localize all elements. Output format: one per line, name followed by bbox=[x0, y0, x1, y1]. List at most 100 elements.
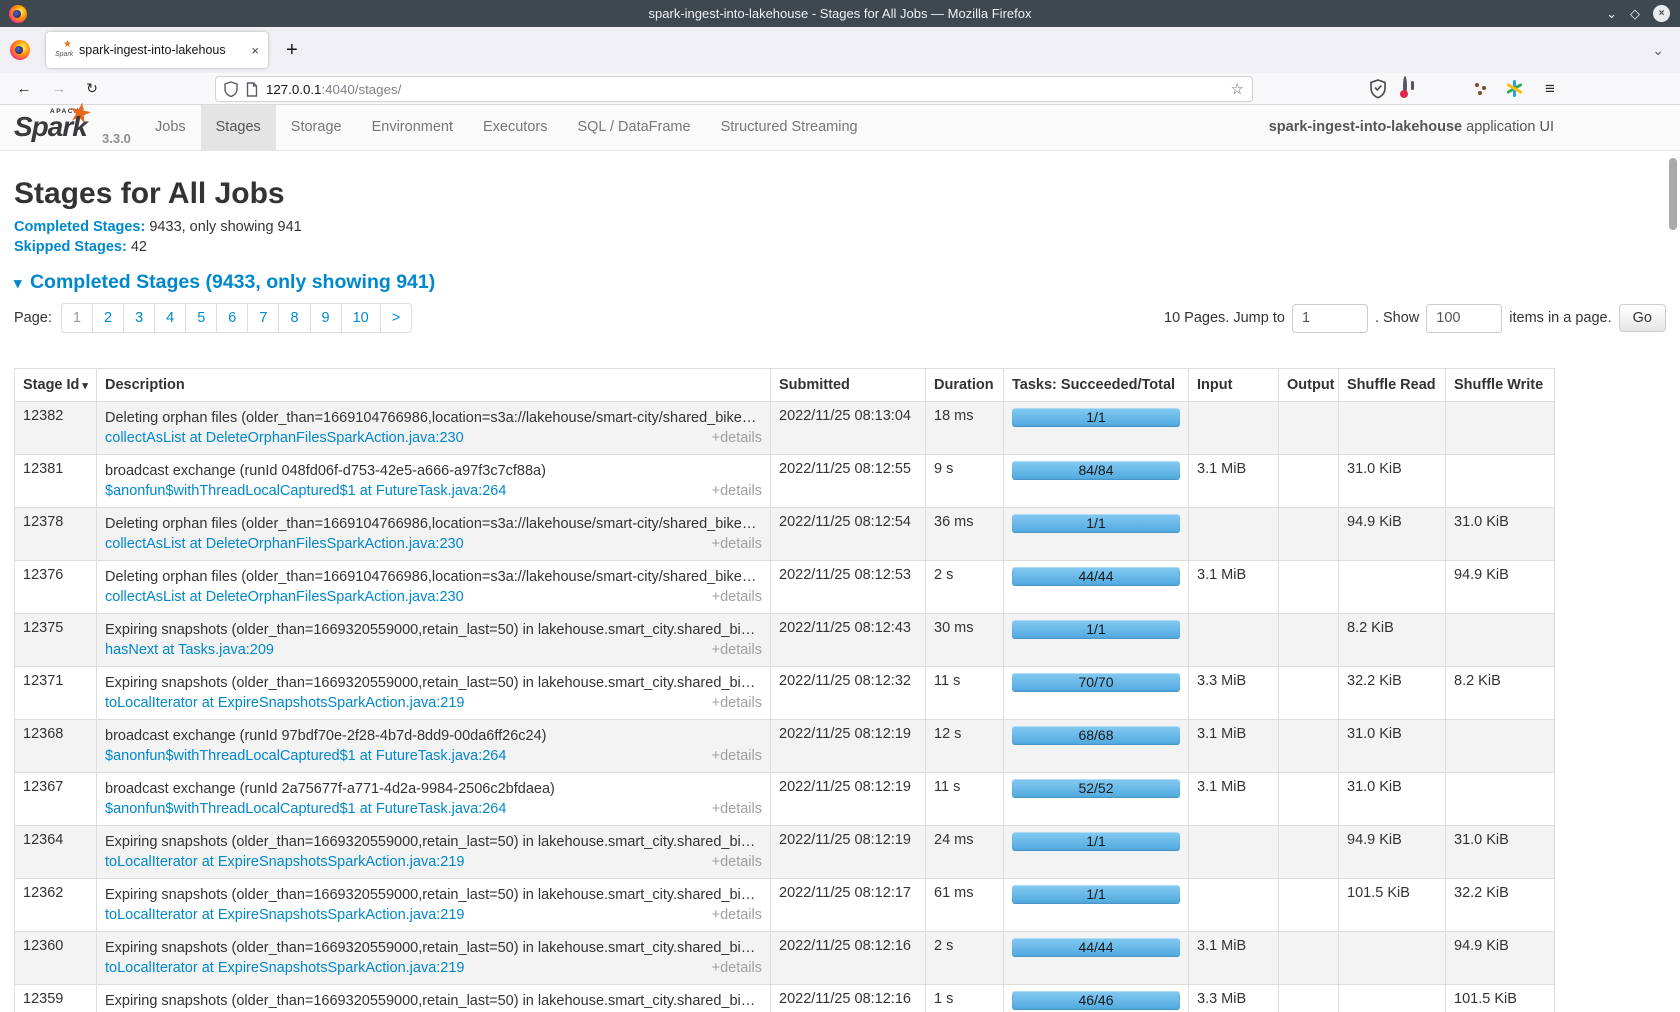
input-cell: 3.1 MiB bbox=[1189, 932, 1279, 985]
page-7-button[interactable]: 7 bbox=[247, 303, 279, 333]
cookie-extension-icon[interactable] bbox=[1470, 78, 1492, 100]
stage-link[interactable]: $anonfun$withThreadLocalCaptured$1 at Fu… bbox=[105, 799, 506, 819]
scrollbar-thumb[interactable] bbox=[1669, 158, 1677, 230]
details-toggle[interactable]: +details bbox=[712, 852, 762, 872]
stage-id-cell: 12378 bbox=[15, 508, 97, 561]
window-maximize-icon[interactable]: ◇ bbox=[1630, 0, 1640, 27]
table-row: 12378 Deleting orphan files (older_than=… bbox=[15, 508, 1555, 561]
input-cell: 3.1 MiB bbox=[1189, 773, 1279, 826]
stage-description: Expiring snapshots (older_than=166932055… bbox=[105, 832, 762, 852]
output-cell bbox=[1279, 826, 1339, 879]
stage-link[interactable]: hasNext at Tasks.java:209 bbox=[105, 640, 274, 660]
description-cell: broadcast exchange (runId 048fd06f-d753-… bbox=[97, 455, 771, 508]
shuffle-write-cell bbox=[1446, 402, 1555, 455]
completed-stages-link[interactable]: Completed Stages: bbox=[14, 219, 145, 235]
stage-link[interactable]: toLocalIterator at ExpireSnapshotsSparkA… bbox=[105, 958, 465, 978]
back-button[interactable]: ← bbox=[12, 73, 36, 104]
browser-window: spark-ingest-into-lakehouse - Stages for… bbox=[0, 0, 1680, 1012]
submitted-cell: 2022/11/25 08:12:17 bbox=[771, 879, 926, 932]
col-input[interactable]: Input bbox=[1189, 369, 1279, 402]
url-text[interactable]: 127.0.0.1:4040/stages/ bbox=[266, 82, 1231, 97]
page-4-button[interactable]: 4 bbox=[154, 303, 186, 333]
col-tasks[interactable]: Tasks: Succeeded/Total bbox=[1004, 369, 1189, 402]
stage-link[interactable]: collectAsList at DeleteOrphanFilesSparkA… bbox=[105, 534, 464, 554]
details-toggle[interactable]: +details bbox=[712, 640, 762, 660]
stage-link[interactable]: $anonfun$withThreadLocalCaptured$1 at Fu… bbox=[105, 481, 506, 501]
container-asterisk-icon[interactable] bbox=[1504, 78, 1526, 100]
duration-cell: 11 s bbox=[926, 667, 1004, 720]
url-host: 127.0.0.1 bbox=[266, 82, 321, 97]
nav-item-structured-streaming[interactable]: Structured Streaming bbox=[706, 105, 873, 150]
details-toggle[interactable]: +details bbox=[712, 958, 762, 978]
details-toggle[interactable]: +details bbox=[712, 481, 762, 501]
url-bar[interactable]: 127.0.0.1:4040/stages/ ☆ bbox=[215, 76, 1253, 102]
nav-item-environment[interactable]: Environment bbox=[357, 105, 468, 150]
details-toggle[interactable]: +details bbox=[712, 746, 762, 766]
nav-item-sql-dataframe[interactable]: SQL / DataFrame bbox=[562, 105, 705, 150]
details-toggle[interactable]: +details bbox=[712, 587, 762, 607]
completed-stages-section-header[interactable]: ▾ Completed Stages (9433, only showing 9… bbox=[14, 271, 1666, 294]
stage-description: Expiring snapshots (older_than=166932055… bbox=[105, 991, 762, 1011]
shuffle-write-cell bbox=[1446, 720, 1555, 773]
page-scrollbar[interactable] bbox=[1667, 153, 1680, 1012]
stage-description: broadcast exchange (runId 2a75677f-a771-… bbox=[105, 779, 762, 799]
nav-item-storage[interactable]: Storage bbox=[276, 105, 357, 150]
col-shuffle-write[interactable]: Shuffle Write bbox=[1446, 369, 1555, 402]
details-toggle[interactable]: +details bbox=[712, 799, 762, 819]
col-submitted[interactable]: Submitted bbox=[771, 369, 926, 402]
output-cell bbox=[1279, 720, 1339, 773]
page-6-button[interactable]: 6 bbox=[216, 303, 248, 333]
go-button[interactable]: Go bbox=[1619, 304, 1666, 332]
extension-shield-icon[interactable] bbox=[1368, 78, 1390, 100]
shuffle-read-cell: 94.9 KiB bbox=[1339, 508, 1446, 561]
page-next-button[interactable]: > bbox=[380, 303, 412, 333]
items-per-page-input[interactable] bbox=[1426, 304, 1502, 333]
page-info-icon[interactable] bbox=[246, 82, 258, 97]
window-close-icon[interactable]: × bbox=[1653, 5, 1670, 22]
spark-logo[interactable]: APACHE ★ Spark 3.3.0 bbox=[14, 105, 140, 150]
tab-close-icon[interactable]: × bbox=[251, 43, 259, 58]
page-9-button[interactable]: 9 bbox=[310, 303, 342, 333]
nav-item-executors[interactable]: Executors bbox=[468, 105, 562, 150]
window-minimize-icon[interactable]: ⌄ bbox=[1606, 0, 1617, 27]
stage-link[interactable]: toLocalIterator at ExpireSnapshotsSparkA… bbox=[105, 852, 465, 872]
output-cell bbox=[1279, 985, 1339, 1012]
details-toggle[interactable]: +details bbox=[712, 693, 762, 713]
page-8-button[interactable]: 8 bbox=[278, 303, 310, 333]
bookmark-star-icon[interactable]: ☆ bbox=[1231, 80, 1244, 98]
stage-id-cell: 12359 bbox=[15, 985, 97, 1012]
nav-item-stages[interactable]: Stages bbox=[201, 105, 276, 150]
page-5-button[interactable]: 5 bbox=[185, 303, 217, 333]
stage-link[interactable]: collectAsList at DeleteOrphanFilesSparkA… bbox=[105, 428, 464, 448]
stage-link[interactable]: $anonfun$withThreadLocalCaptured$1 at Fu… bbox=[105, 746, 506, 766]
privacy-mask-icon[interactable] bbox=[1402, 78, 1424, 100]
pagination-row: Page: 12345678910> 10 Pages. Jump to . S… bbox=[14, 302, 1666, 334]
skipped-stages-link[interactable]: Skipped Stages: bbox=[14, 239, 127, 255]
browser-tab[interactable]: ★ Spark spark-ingest-into-lakehous × bbox=[46, 32, 268, 68]
details-toggle[interactable]: +details bbox=[712, 905, 762, 925]
tab-overflow-chevron-icon[interactable]: ⌄ bbox=[1652, 42, 1664, 59]
tasks-cell: 1/1 bbox=[1004, 402, 1189, 455]
page-10-button[interactable]: 10 bbox=[341, 303, 381, 333]
col-description[interactable]: Description bbox=[97, 369, 771, 402]
page-3-button[interactable]: 3 bbox=[123, 303, 155, 333]
stage-description: Expiring snapshots (older_than=166932055… bbox=[105, 885, 762, 905]
stage-id-cell: 12368 bbox=[15, 720, 97, 773]
details-toggle[interactable]: +details bbox=[712, 534, 762, 554]
col-stage-id[interactable]: Stage Id▾ bbox=[15, 369, 97, 402]
page-2-button[interactable]: 2 bbox=[92, 303, 124, 333]
jump-to-page-input[interactable] bbox=[1292, 304, 1368, 333]
stage-link[interactable]: toLocalIterator at ExpireSnapshotsSparkA… bbox=[105, 693, 465, 713]
submitted-cell: 2022/11/25 08:12:32 bbox=[771, 667, 926, 720]
nav-item-jobs[interactable]: Jobs bbox=[140, 105, 201, 150]
col-shuffle-read[interactable]: Shuffle Read bbox=[1339, 369, 1446, 402]
details-toggle[interactable]: +details bbox=[712, 428, 762, 448]
menu-icon[interactable]: ≡ bbox=[1538, 73, 1562, 104]
shield-icon[interactable] bbox=[224, 81, 238, 97]
ublock-origin-icon[interactable] bbox=[1436, 78, 1458, 100]
stage-link[interactable]: toLocalIterator at ExpireSnapshotsSparkA… bbox=[105, 905, 465, 925]
col-duration[interactable]: Duration bbox=[926, 369, 1004, 402]
new-tab-button[interactable]: + bbox=[286, 39, 298, 62]
stage-link[interactable]: collectAsList at DeleteOrphanFilesSparkA… bbox=[105, 587, 464, 607]
col-output[interactable]: Output bbox=[1279, 369, 1339, 402]
